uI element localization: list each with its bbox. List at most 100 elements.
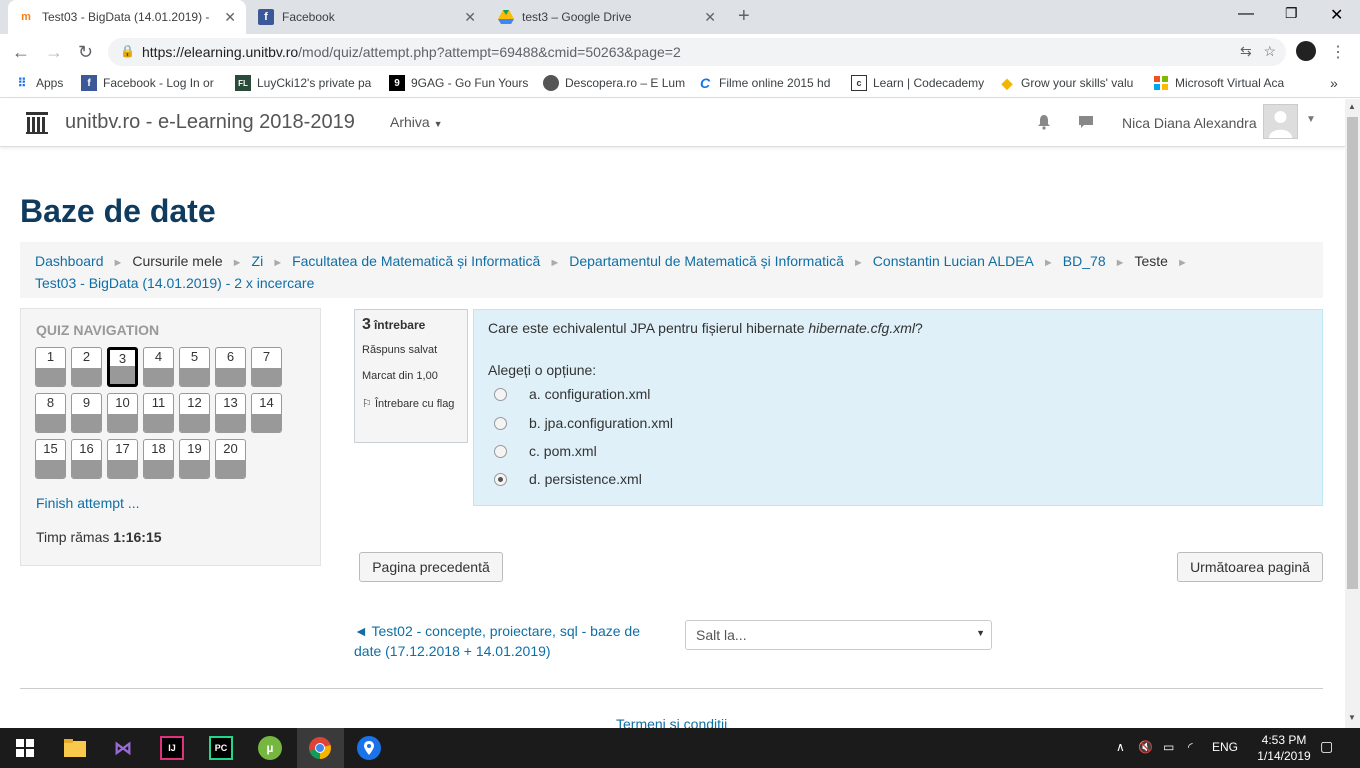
radio-button[interactable]: [494, 416, 507, 430]
quiz-nav-question-button[interactable]: 7: [251, 347, 282, 387]
close-tab-icon[interactable]: ✕: [464, 9, 476, 26]
user-menu-caret-icon[interactable]: ▼: [1306, 114, 1316, 125]
chrome-menu-icon[interactable]: ⋮: [1330, 42, 1346, 62]
url-input[interactable]: 🔒 https://elearning.unitbv.ro/mod/quiz/a…: [108, 38, 1286, 66]
page-scrollbar[interactable]: ▲ ▼: [1345, 99, 1360, 728]
language-indicator[interactable]: ENG: [1212, 740, 1238, 754]
maps-icon[interactable]: [357, 736, 381, 760]
scroll-up-icon[interactable]: ▲: [1348, 102, 1356, 111]
more-bookmarks-icon[interactable]: »: [1330, 75, 1338, 91]
quiz-nav-question-button[interactable]: 3: [107, 347, 138, 387]
previous-page-button[interactable]: Pagina precedentă: [359, 552, 503, 582]
bookmark-descopera[interactable]: Descopera.ro – E Lum: [543, 75, 685, 91]
windows-start-icon[interactable]: [13, 736, 37, 760]
tab-google-drive[interactable]: test3 – Google Drive ✕: [488, 0, 726, 34]
site-brand[interactable]: unitbv.ro - e-Learning 2018-2019: [65, 111, 355, 134]
quiz-nav-question-button[interactable]: 4: [143, 347, 174, 387]
bookmark-codecademy[interactable]: c Learn | Codecademy: [851, 75, 984, 91]
bookmark-grow-skills[interactable]: ◆ Grow your skills' valu: [999, 75, 1134, 91]
quiz-nav-question-button[interactable]: 1: [35, 347, 66, 387]
quiz-nav-question-button[interactable]: 10: [107, 393, 138, 433]
bookmark-microsoft[interactable]: Microsoft Virtual Aca: [1153, 75, 1284, 91]
bookmark-9gag[interactable]: 9 9GAG - Go Fun Yours: [389, 75, 528, 91]
answer-option-label[interactable]: c. pom.xml: [529, 443, 597, 459]
bookmark-filme[interactable]: C Filme online 2015 hd: [697, 75, 830, 91]
quiz-nav-question-button[interactable]: 12: [179, 393, 210, 433]
quiz-nav-question-button[interactable]: 14: [251, 393, 282, 433]
breadcrumb-facultatea[interactable]: Facultatea de Matematică și Informatică: [292, 253, 540, 269]
bookmark-apps[interactable]: ⠿ Apps: [14, 75, 64, 91]
close-window-icon[interactable]: ✕: [1330, 5, 1343, 25]
user-name[interactable]: Nica Diana Alexandra: [1122, 115, 1257, 131]
answer-option-label[interactable]: b. jpa.configuration.xml: [529, 415, 673, 431]
flag-question-toggle[interactable]: ⚐ Întrebare cu flag: [362, 394, 460, 414]
quiz-nav-question-button[interactable]: 20: [215, 439, 246, 479]
quiz-nav-question-button[interactable]: 13: [215, 393, 246, 433]
forward-icon[interactable]: →: [45, 42, 63, 63]
back-icon[interactable]: ←: [12, 42, 30, 63]
scrollbar-thumb[interactable]: [1347, 117, 1358, 589]
quiz-nav-question-button[interactable]: 11: [143, 393, 174, 433]
answer-option-c[interactable]: c. pom.xml: [494, 443, 597, 459]
action-center-icon[interactable]: ▢: [1320, 738, 1333, 755]
quiz-nav-question-button[interactable]: 19: [179, 439, 210, 479]
quiz-nav-question-button[interactable]: 2: [71, 347, 102, 387]
file-explorer-icon[interactable]: [63, 736, 87, 760]
breadcrumb-profesor[interactable]: Constantin Lucian ALDEA: [873, 253, 1034, 269]
visual-studio-icon[interactable]: ⋈: [111, 736, 135, 760]
profile-avatar[interactable]: [1296, 41, 1316, 61]
finish-attempt-link[interactable]: Finish attempt ...: [36, 495, 139, 511]
quiz-nav-question-button[interactable]: 16: [71, 439, 102, 479]
radio-button[interactable]: [494, 444, 507, 458]
quiz-nav-question-button[interactable]: 6: [215, 347, 246, 387]
restore-icon[interactable]: ❐: [1285, 5, 1298, 22]
bookmark-luycki[interactable]: FL LuyCki12's private pa: [235, 75, 371, 91]
radio-button[interactable]: [494, 387, 507, 401]
show-hidden-icons-chevron-icon[interactable]: ∧: [1116, 740, 1125, 754]
utorrent-icon[interactable]: µ: [258, 736, 282, 760]
breadcrumb-test[interactable]: Test03 - BigData (14.01.2019) - 2 x ince…: [35, 275, 314, 291]
bell-icon[interactable]: [1036, 114, 1052, 135]
reload-icon[interactable]: ↻: [78, 42, 93, 63]
wifi-icon[interactable]: ◜: [1188, 740, 1193, 754]
tab-facebook[interactable]: f Facebook ✕: [248, 0, 486, 34]
answer-option-b[interactable]: b. jpa.configuration.xml: [494, 415, 673, 431]
close-tab-icon[interactable]: ✕: [704, 9, 716, 26]
university-logo-icon[interactable]: [26, 112, 48, 134]
messages-icon[interactable]: [1078, 114, 1094, 135]
new-tab-button[interactable]: +: [738, 5, 750, 28]
battery-icon[interactable]: ▭: [1163, 740, 1174, 754]
scroll-down-icon[interactable]: ▼: [1348, 713, 1356, 722]
tab-test03[interactable]: m Test03 - BigData (14.01.2019) - 2 ✕: [8, 0, 246, 34]
answer-option-label[interactable]: d. persistence.xml: [529, 471, 642, 487]
breadcrumb-dashboard[interactable]: Dashboard: [35, 253, 104, 269]
jump-to-select[interactable]: Salt la... ▼: [685, 620, 992, 650]
breadcrumb-departamentul[interactable]: Departamentul de Matematică și Informati…: [569, 253, 844, 269]
quiz-nav-question-button[interactable]: 17: [107, 439, 138, 479]
radio-button-selected[interactable]: [494, 472, 507, 486]
translate-and-star-icons[interactable]: ⇆ ☆: [1240, 43, 1276, 60]
chrome-icon[interactable]: [308, 736, 332, 760]
quiz-nav-question-button[interactable]: 18: [143, 439, 174, 479]
intellij-icon[interactable]: IJ: [160, 736, 184, 760]
breadcrumb-bd[interactable]: BD_78: [1063, 253, 1106, 269]
arhiva-menu[interactable]: Arhiva ▼: [390, 114, 443, 130]
tab-title: Facebook: [282, 10, 335, 24]
next-page-button[interactable]: Următoarea pagină: [1177, 552, 1323, 582]
quiz-nav-question-button[interactable]: 5: [179, 347, 210, 387]
volume-muted-icon[interactable]: 🔇: [1138, 740, 1153, 754]
answer-option-a[interactable]: a. configuration.xml: [494, 386, 650, 402]
answer-option-label[interactable]: a. configuration.xml: [529, 386, 650, 402]
breadcrumb-zi[interactable]: Zi: [252, 253, 264, 269]
system-clock[interactable]: 4:53 PM 1/14/2019: [1244, 732, 1324, 764]
quiz-nav-question-button[interactable]: 15: [35, 439, 66, 479]
minimize-icon[interactable]: —: [1238, 5, 1254, 23]
pycharm-icon[interactable]: PC: [209, 736, 233, 760]
close-tab-icon[interactable]: ✕: [224, 9, 236, 26]
previous-activity-link[interactable]: ◄ Test02 - concepte, proiectare, sql - b…: [354, 621, 654, 661]
quiz-nav-question-button[interactable]: 8: [35, 393, 66, 433]
bookmark-facebook[interactable]: f Facebook - Log In or: [81, 75, 214, 91]
user-avatar[interactable]: [1263, 104, 1298, 139]
quiz-nav-question-button[interactable]: 9: [71, 393, 102, 433]
answer-option-d[interactable]: d. persistence.xml: [494, 471, 642, 487]
